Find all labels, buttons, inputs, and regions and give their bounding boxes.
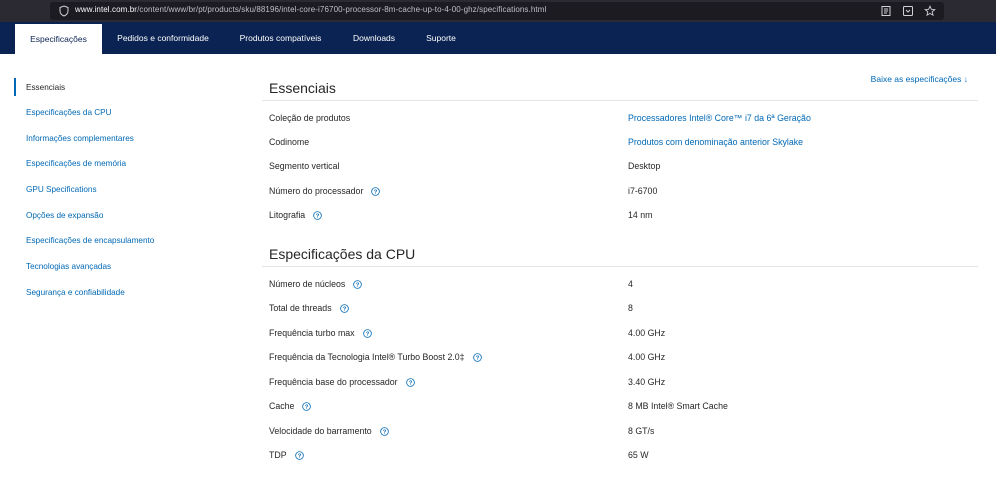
- svg-text:?: ?: [365, 331, 369, 337]
- help-icon[interactable]: ?: [371, 186, 381, 196]
- spec-row: Frequência da Tecnologia Intel® Turbo Bo…: [269, 349, 969, 365]
- spec-value: 4.00 GHz: [628, 328, 666, 338]
- tab-pedidos-e-conformidade[interactable]: Pedidos e conformidade: [107, 22, 219, 54]
- spec-value-link[interactable]: Produtos com denominação anterior Skylak…: [628, 134, 803, 150]
- spec-label-text: Cache: [269, 401, 295, 411]
- spec-label: Codinome: [269, 137, 310, 147]
- sidebar-item-especificacoes-encapsulamento[interactable]: Especificações de encapsulamento: [14, 231, 154, 249]
- spec-label-text: Total de threads: [269, 303, 332, 313]
- sidebar-item-especificacoes-memoria[interactable]: Especificações de memória: [14, 154, 126, 172]
- spec-row: Litografia? 14 nm: [269, 207, 969, 223]
- svg-text:?: ?: [374, 189, 378, 195]
- spec-label-with-help: Frequência turbo max?: [269, 325, 372, 341]
- sidebar-item-essenciais[interactable]: Essenciais: [14, 78, 65, 96]
- spec-label-text: Frequência turbo max: [269, 328, 355, 338]
- section-divider: [262, 100, 978, 101]
- spec-label: Segmento vertical: [269, 161, 340, 171]
- spec-row: TDP? 65 W: [269, 447, 969, 463]
- shield-icon[interactable]: [58, 5, 70, 17]
- spec-label-with-help: Velocidade do barramento?: [269, 423, 389, 439]
- spec-value-link[interactable]: Processadores Intel® Core™ i7 da 6ª Gera…: [628, 110, 811, 126]
- help-icon[interactable]: ?: [379, 426, 389, 436]
- spec-label-with-help: Número do processador?: [269, 183, 381, 199]
- help-icon[interactable]: ?: [362, 328, 372, 338]
- spec-value: 8: [628, 303, 633, 313]
- spec-value: 65 W: [628, 450, 649, 460]
- spec-label-text: TDP: [269, 450, 287, 460]
- sidebar-item-tecnologias-avancadas[interactable]: Tecnologias avançadas: [14, 257, 111, 275]
- spec-label-text: Velocidade do barramento: [269, 426, 372, 436]
- spec-value: Desktop: [628, 161, 661, 171]
- svg-text:?: ?: [342, 306, 346, 312]
- svg-text:?: ?: [305, 404, 309, 410]
- spec-value: 8 GT/s: [628, 426, 655, 436]
- svg-text:?: ?: [316, 213, 320, 219]
- sidebar-item-informacoes-complementares[interactable]: Informações complementares: [14, 129, 134, 147]
- spec-row: Número de núcleos? 4: [269, 276, 969, 292]
- spec-label-with-help: TDP?: [269, 447, 304, 463]
- spec-row: Total de threads? 8: [269, 300, 969, 316]
- spec-label-text: Litografia: [269, 210, 306, 220]
- spec-row: Frequência turbo max? 4.00 GHz: [269, 325, 969, 341]
- sidebar-item-especificacoes-cpu[interactable]: Especificações da CPU: [14, 103, 112, 121]
- svg-text:?: ?: [408, 380, 412, 386]
- spec-row: Frequência base do processador? 3.40 GHz: [269, 374, 969, 390]
- help-icon[interactable]: ?: [294, 450, 304, 460]
- tab-especificacoes[interactable]: Especificações: [15, 24, 102, 54]
- help-icon[interactable]: ?: [405, 377, 415, 387]
- help-icon[interactable]: ?: [353, 279, 363, 289]
- spec-label-with-help: Cache?: [269, 398, 312, 414]
- section-divider: [262, 266, 978, 267]
- svg-text:?: ?: [297, 453, 301, 459]
- help-icon[interactable]: ?: [313, 210, 322, 220]
- spec-value: 4.00 GHz: [628, 352, 666, 362]
- spec-label-text: Número de núcleos: [269, 279, 346, 289]
- svg-text:?: ?: [382, 429, 386, 435]
- help-icon[interactable]: ?: [472, 352, 482, 362]
- spec-value: 3.40 GHz: [628, 377, 666, 387]
- spec-label-text: Número do processador: [269, 186, 364, 196]
- spec-value: 4: [628, 279, 633, 289]
- spec-label-with-help: Litografia?: [269, 207, 322, 223]
- spec-row: Número do processador? i7-6700: [269, 183, 969, 199]
- spec-label-with-help: Total de threads?: [269, 300, 349, 316]
- spec-row: Velocidade do barramento? 8 GT/s: [269, 423, 969, 439]
- svg-text:?: ?: [475, 355, 479, 361]
- svg-text:?: ?: [356, 282, 360, 288]
- help-icon[interactable]: ?: [302, 401, 312, 411]
- section-title-essenciais: Essenciais: [269, 80, 336, 96]
- sidebar-item-gpu-specifications[interactable]: GPU Specifications: [14, 180, 97, 198]
- spec-label: Coleção de produtos: [269, 113, 351, 123]
- spec-label-with-help: Frequência base do processador?: [269, 374, 415, 390]
- spec-row: Segmento vertical Desktop: [269, 158, 969, 174]
- section-title-especificacoes-cpu: Especificações da CPU: [269, 246, 416, 262]
- spec-main-content: Baixe as especificações ↓ Essenciais Col…: [262, 0, 978, 480]
- spec-row: Coleção de produtos Processadores Intel®…: [269, 110, 969, 126]
- download-specs-link[interactable]: Baixe as especificações ↓: [871, 74, 968, 84]
- sidebar-item-opcoes-expansao[interactable]: Opções de expansão: [14, 206, 103, 224]
- sidebar-item-seguranca-confiabilidade[interactable]: Segurança e confiabilidade: [14, 283, 125, 301]
- spec-value: 14 nm: [628, 210, 653, 220]
- spec-value: i7-6700: [628, 186, 658, 196]
- spec-row: Codinome Produtos com denominação anteri…: [269, 134, 969, 150]
- spec-label-text: Frequência base do processador: [269, 377, 398, 387]
- url-host: www.intel.com.br: [75, 5, 138, 14]
- help-icon[interactable]: ?: [339, 303, 349, 313]
- spec-label-with-help: Frequência da Tecnologia Intel® Turbo Bo…: [269, 349, 482, 365]
- spec-label-text: Frequência da Tecnologia Intel® Turbo Bo…: [269, 352, 465, 362]
- spec-label-with-help: Número de núcleos?: [269, 276, 363, 292]
- spec-value: 8 MB Intel® Smart Cache: [628, 401, 728, 411]
- spec-row: Cache? 8 MB Intel® Smart Cache: [269, 398, 969, 414]
